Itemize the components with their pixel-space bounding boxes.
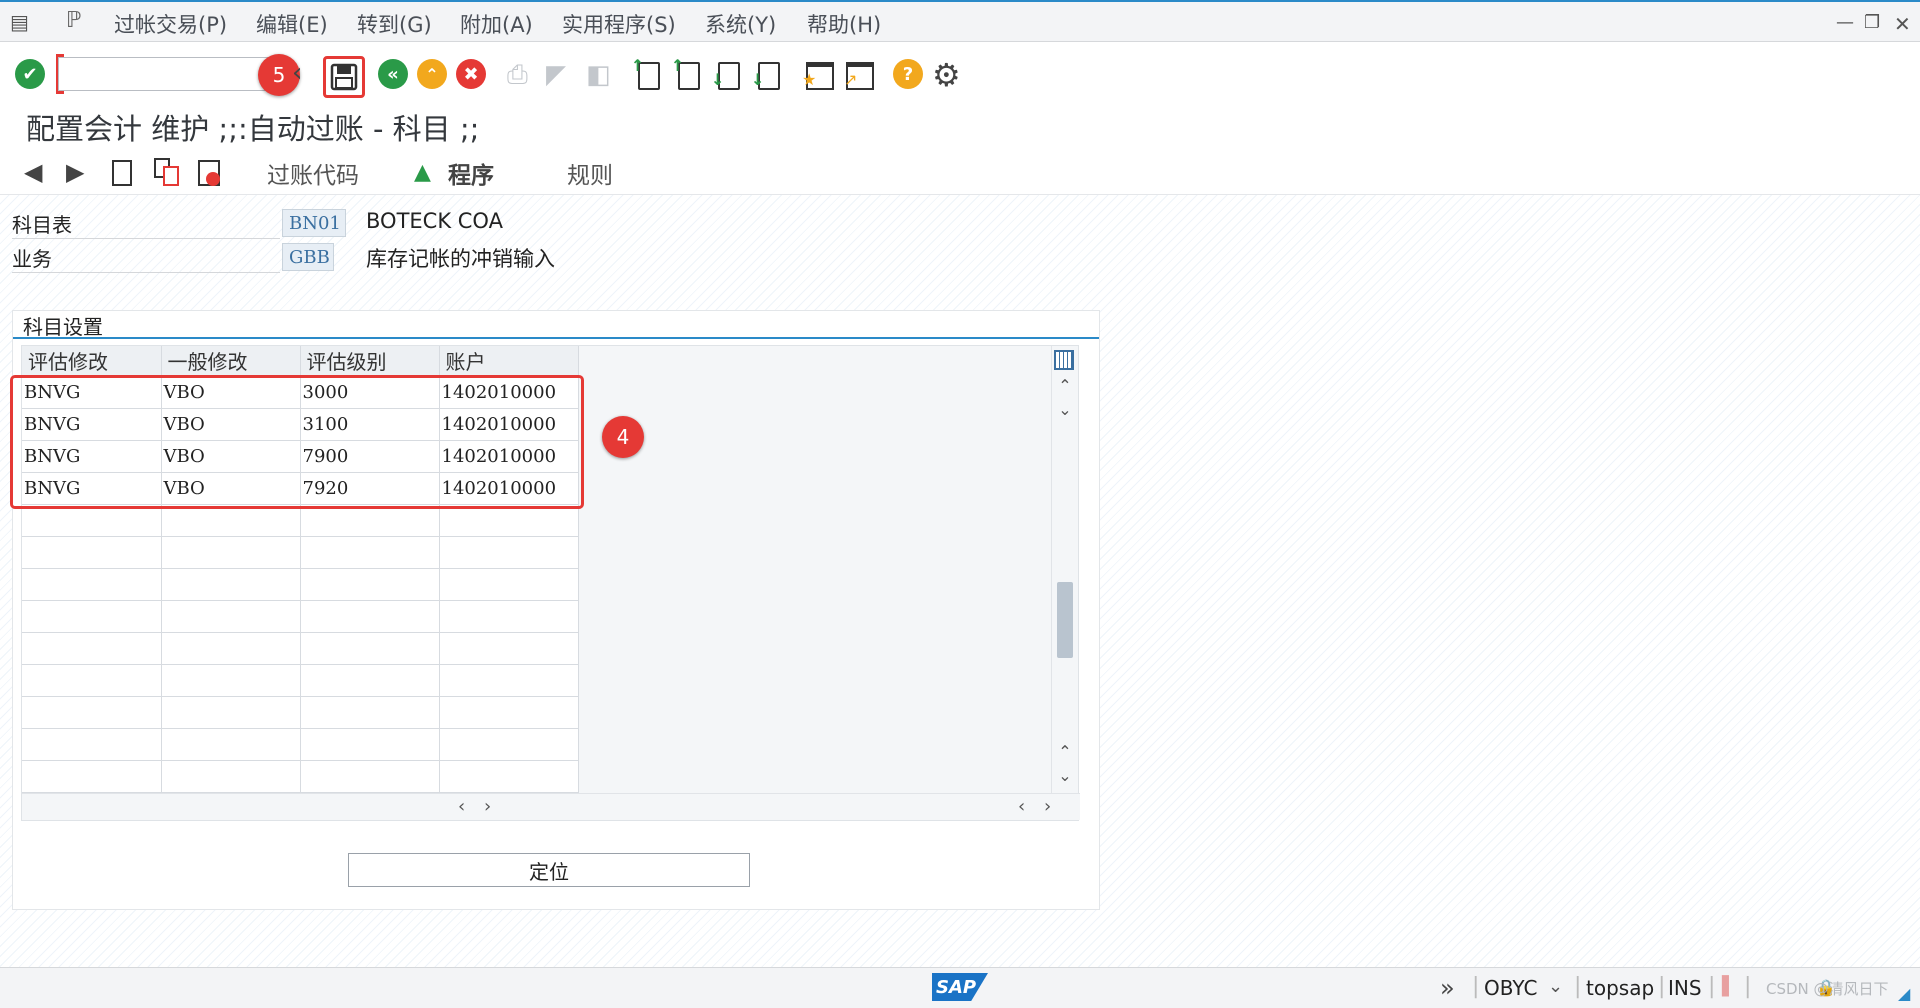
scroll-right-icon[interactable]: › <box>484 796 491 817</box>
business-label: 业务 <box>12 243 280 273</box>
table-header-row: 评估修改 一般修改 评估级别 账户 <box>22 346 579 377</box>
menu-extras[interactable]: 附加(A) <box>460 9 533 39</box>
business-description: 库存记帐的冲销输入 <box>366 247 555 271</box>
chart-of-accounts-field[interactable]: BN01 <box>282 209 346 237</box>
create-session-icon[interactable]: ★ <box>802 62 834 90</box>
chart-of-accounts-label: 科目表 <box>12 209 280 239</box>
empty-table-row[interactable] <box>22 664 579 697</box>
menu-system[interactable]: 系统(Y) <box>705 9 776 39</box>
new-entry-icon[interactable] <box>112 160 132 186</box>
back-icon[interactable]: « <box>377 58 409 90</box>
save-icon <box>330 63 358 91</box>
save-button[interactable] <box>323 56 365 98</box>
empty-table-row[interactable] <box>22 728 579 761</box>
table-settings-icon[interactable] <box>1054 350 1074 370</box>
step-badge-4: 4 <box>602 416 644 458</box>
column-header-valuation-modifier[interactable]: 评估修改 <box>22 346 162 377</box>
help-icon[interactable]: ? <box>892 58 924 90</box>
status-separator: | <box>1744 974 1752 999</box>
rules-button[interactable]: 规则 <box>567 156 613 190</box>
enter-icon[interactable]: ✔ <box>14 58 46 90</box>
status-bar: SAP » | OBYC ⌄ | topsap | INS | ▌ | 🔒 CS… <box>0 967 1920 1008</box>
scroll-page-down-icon[interactable]: ⌄ <box>1052 766 1078 785</box>
next-entry-icon[interactable]: ▶ <box>66 158 84 186</box>
posting-code-button[interactable]: 过账代码 <box>267 156 359 190</box>
settings-gear-icon[interactable]: ⚙ <box>932 56 961 94</box>
performance-icon: ▌ <box>1722 976 1736 997</box>
watermark-text: CSDN @清风日下 <box>1766 980 1889 998</box>
transaction-code: OBYC <box>1484 976 1538 1000</box>
server-name: topsap <box>1586 976 1655 1000</box>
previous-page-icon[interactable]: ↑ <box>671 56 700 90</box>
status-separator: | <box>1472 974 1480 999</box>
scroll-right-end-icon[interactable]: › <box>1044 796 1051 817</box>
status-separator: | <box>1658 974 1666 999</box>
menu-help[interactable]: 帮助(H) <box>807 9 881 39</box>
scroll-up-icon[interactable]: ⌃ <box>1052 376 1078 395</box>
close-window-icon[interactable]: ✕ <box>1894 12 1911 36</box>
group-title-underline <box>13 337 1099 339</box>
cancel-icon[interactable]: ✖ <box>455 58 487 90</box>
expand-status-icon[interactable]: » <box>1440 974 1455 1002</box>
horizontal-scrollbar[interactable]: ‹ › ‹ › <box>22 793 1080 820</box>
first-page-icon[interactable]: ↑ <box>631 56 660 90</box>
rows-highlight-box <box>10 375 584 509</box>
column-header-general-modifier[interactable]: 一般修改 <box>161 346 301 377</box>
previous-entry-icon[interactable]: ◀ <box>24 158 42 186</box>
menu-utilities[interactable]: 实用程序(S) <box>562 9 676 39</box>
sap-logo: SAP <box>932 973 988 1001</box>
delete-icon[interactable] <box>198 160 220 186</box>
menu-icon[interactable]: ▤ <box>10 10 29 34</box>
find-next-icon: ◧ <box>586 60 611 90</box>
scroll-left-end-icon[interactable]: ‹ <box>1018 796 1025 817</box>
column-header-valuation-class[interactable]: 评估级别 <box>300 346 440 377</box>
command-field[interactable] <box>58 57 268 91</box>
empty-table-row[interactable] <box>22 632 579 665</box>
scroll-thumb[interactable] <box>1057 582 1073 658</box>
empty-table-row[interactable] <box>22 568 579 601</box>
empty-table-row[interactable] <box>22 536 579 569</box>
dropdown-icon[interactable]: ‹ <box>292 58 302 88</box>
scroll-page-up-icon[interactable]: ⌃ <box>1052 742 1078 761</box>
last-page-icon[interactable]: ↓ <box>751 62 780 90</box>
insert-mode: INS <box>1668 976 1702 1000</box>
scroll-down-icon[interactable]: ⌄ <box>1052 400 1078 419</box>
shortcut-icon[interactable]: ↗ <box>844 62 874 90</box>
print-icon: ⎙ <box>507 60 528 90</box>
empty-table-row[interactable] <box>22 696 579 729</box>
menu-goto[interactable]: 转到(G) <box>357 9 432 39</box>
minimize-icon[interactable]: — <box>1836 12 1854 33</box>
transaction-dropdown-icon[interactable]: ⌄ <box>1548 976 1563 997</box>
menu-bar: ▤ ℙ 过帐交易(P) 编辑(E) 转到(G) 附加(A) 实用程序(S) 系统… <box>0 0 1920 42</box>
business-field[interactable]: GBB <box>282 243 334 271</box>
procedure-icon: ▲ <box>414 160 431 185</box>
resize-grip-icon[interactable]: ◢ <box>1898 984 1910 1003</box>
chart-of-accounts-description: BOTECK COA <box>366 209 503 233</box>
copy-icon[interactable] <box>154 158 182 188</box>
find-icon: ◤ <box>546 60 566 90</box>
menu-edit[interactable]: 编辑(E) <box>256 9 328 39</box>
menu-posting[interactable]: 过帐交易(P) <box>114 9 227 39</box>
locate-button[interactable]: 定位 <box>348 853 750 887</box>
restore-icon[interactable]: ❐ <box>1864 12 1880 33</box>
empty-table-row[interactable] <box>22 600 579 633</box>
exit-icon[interactable]: ⌃ <box>416 58 448 90</box>
empty-table-row[interactable] <box>22 760 579 793</box>
vertical-scrollbar[interactable]: ⌃ ⌄ ⌃ ⌄ <box>1051 346 1078 796</box>
group-title: 科目设置 <box>23 315 103 339</box>
sap-pin-icon[interactable]: ℙ <box>66 8 81 33</box>
next-page-icon[interactable]: ↓ <box>711 62 740 90</box>
status-separator: | <box>1708 974 1716 999</box>
page-title: 配置会计 维护 ;;:自动过账 - 科目 ;; <box>26 112 480 146</box>
status-separator: | <box>1574 974 1582 999</box>
scroll-left-icon[interactable]: ‹ <box>458 796 465 817</box>
procedure-button[interactable]: 程序 <box>448 156 494 190</box>
column-header-account[interactable]: 账户 <box>439 346 579 377</box>
